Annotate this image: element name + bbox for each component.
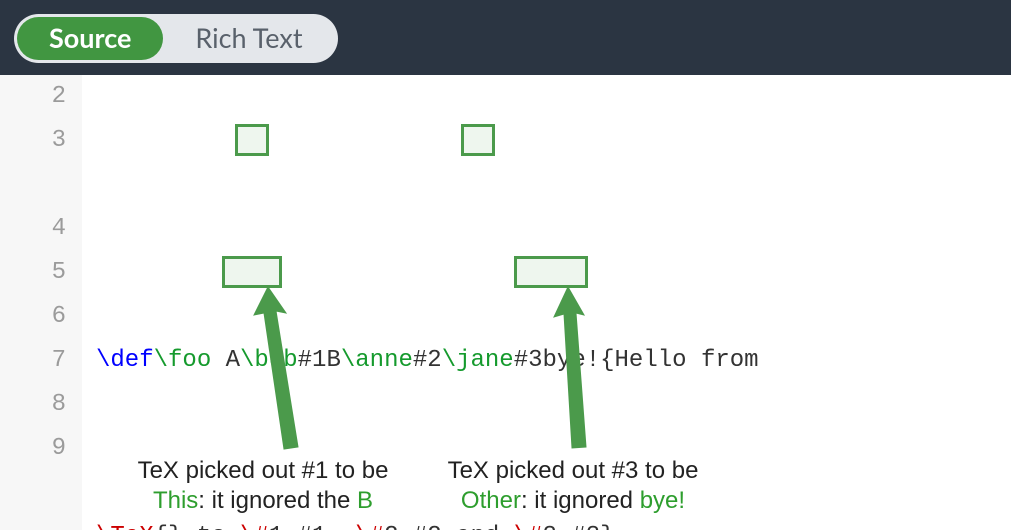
- highlight-box: [514, 256, 588, 288]
- tex-macro: \foo: [154, 347, 212, 374]
- tex-keyword: \def: [96, 347, 154, 374]
- code-line: [96, 163, 1011, 207]
- tex-param: #1: [298, 347, 327, 374]
- line-number-gutter: 2 3 4 5 6 7 8 9: [0, 75, 82, 530]
- line-number: 7: [0, 339, 66, 383]
- code-line: \def\foo A\bob#1B\anne#2\jane#3bye!{Hell…: [96, 339, 1011, 383]
- code-text: bye!{Hello from: [543, 347, 759, 374]
- highlight-box: [461, 124, 495, 156]
- code-editor[interactable]: 2 3 4 5 6 7 8 9 \def\foo A\bob#1B\anne#2…: [0, 75, 1011, 530]
- line-number: 9: [0, 427, 66, 471]
- code-text: A: [211, 347, 240, 374]
- tex-escape: \#: [240, 523, 269, 530]
- tab-richtext[interactable]: Rich Text: [163, 17, 334, 60]
- code-line: \TeX{} to \#1=#1, \#2=#2 and \#3=#3}: [96, 515, 1011, 530]
- tex-escape: \#: [355, 523, 384, 530]
- tex-escape: \#: [514, 523, 543, 530]
- code-text: 1=#1,: [269, 523, 355, 530]
- tex-cs: \TeX: [96, 523, 154, 530]
- tex-param: #3: [514, 347, 543, 374]
- line-number: 4: [0, 207, 66, 251]
- line-number: 3: [0, 119, 66, 163]
- highlight-box: [222, 256, 282, 288]
- tex-macro: \jane: [442, 347, 514, 374]
- tex-param: #2: [413, 347, 442, 374]
- code-area[interactable]: \def\foo A\bob#1B\anne#2\jane#3bye!{Hell…: [82, 75, 1011, 530]
- line-number: 8: [0, 383, 66, 427]
- code-text: 2=#2 and: [384, 523, 514, 530]
- line-number: 5: [0, 251, 66, 295]
- code-text: B: [326, 347, 340, 374]
- code-text: 3=#3}: [543, 523, 615, 530]
- tab-source[interactable]: Source: [17, 17, 163, 60]
- code-text: {} to: [154, 523, 240, 530]
- editor-topbar: Source Rich Text: [0, 0, 1011, 75]
- view-mode-tabs: Source Rich Text: [14, 14, 338, 63]
- tex-macro: \anne: [341, 347, 413, 374]
- tex-macro: \bob: [240, 347, 298, 374]
- line-number: 6: [0, 295, 66, 339]
- line-number: [0, 163, 66, 207]
- highlight-box: [235, 124, 269, 156]
- line-number: 2: [0, 75, 66, 119]
